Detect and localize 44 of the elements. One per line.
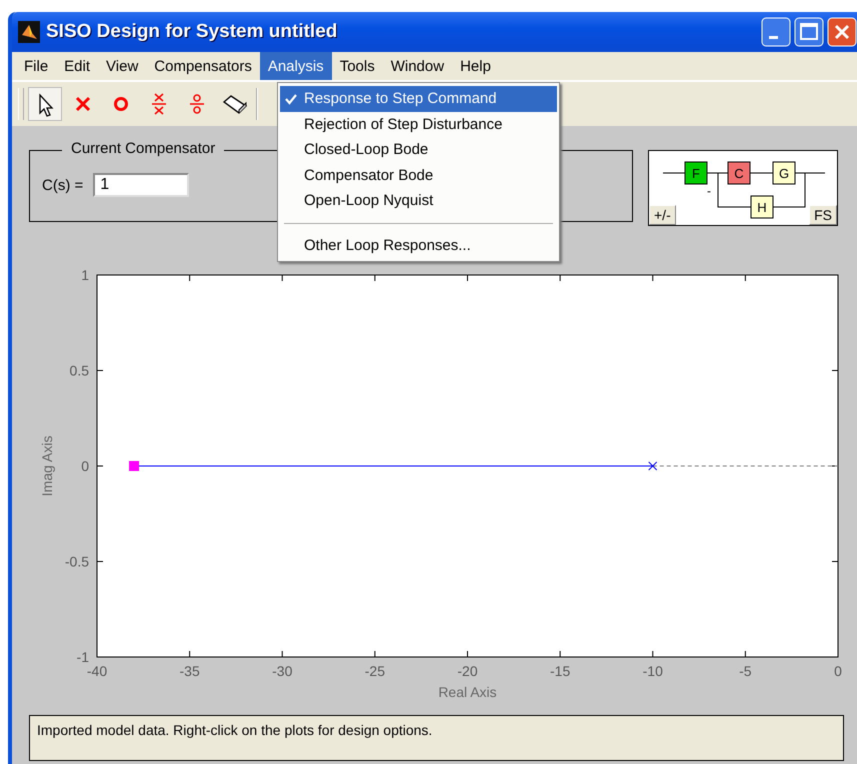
x-tick-label: -15 bbox=[550, 663, 570, 679]
menu-item[interactable]: Rejection of Step Disturbance bbox=[280, 112, 557, 137]
pole-marker[interactable] bbox=[648, 462, 658, 470]
menu-item[interactable]: Compensator Bode bbox=[280, 162, 557, 188]
close-button[interactable] bbox=[827, 17, 857, 47]
y-tick-label: -1 bbox=[76, 649, 89, 665]
x-tick-label: -20 bbox=[457, 663, 478, 679]
minimize-button[interactable] bbox=[761, 17, 791, 47]
menu-item[interactable]: Response to Step Command bbox=[280, 86, 557, 112]
y-axis-label: Imag Axis bbox=[39, 436, 55, 496]
feedback-structure-button[interactable]: FS bbox=[809, 205, 837, 225]
x-tick-label: -30 bbox=[272, 663, 292, 679]
menu-item[interactable]: Window bbox=[382, 52, 452, 80]
compensator-label: C(s) = bbox=[42, 176, 84, 194]
app-logo-icon bbox=[18, 21, 40, 43]
menu-item[interactable]: Help bbox=[452, 52, 499, 80]
y-tick-label: 1 bbox=[81, 267, 89, 283]
window-title: SISO Design for System untitled bbox=[46, 21, 338, 43]
y-tick-label: 0 bbox=[81, 458, 89, 474]
menu-item[interactable]: Closed-Loop Bode bbox=[280, 137, 557, 162]
menu-item[interactable]: Analysis bbox=[260, 52, 332, 80]
x-tick-label: -5 bbox=[739, 663, 752, 679]
maximize-button[interactable] bbox=[794, 17, 824, 47]
menu-item[interactable]: Other Loop Responses... bbox=[280, 232, 557, 258]
x-axis-label: Real Axis bbox=[438, 684, 497, 700]
x-tick-label: -35 bbox=[180, 663, 200, 679]
y-tick-label: -0.5 bbox=[64, 554, 89, 570]
group-title: Current Compensator bbox=[62, 140, 224, 157]
menu-item[interactable]: View bbox=[98, 52, 146, 80]
x-tick-label: -10 bbox=[642, 663, 663, 679]
compensator-marker[interactable] bbox=[129, 461, 140, 471]
menu-item[interactable]: Open-Loop Nyquist bbox=[280, 188, 557, 214]
status-message: Imported model data. Right-click on the plots for design options. bbox=[29, 715, 844, 761]
y-tick-label: 0.5 bbox=[70, 362, 89, 378]
x-tick-label: 0 bbox=[834, 663, 842, 679]
x-tick-label: -25 bbox=[364, 663, 385, 679]
x-tick-label: -40 bbox=[86, 663, 108, 679]
compensator-field[interactable]: 1 bbox=[93, 173, 190, 197]
sign-toggle-button[interactable]: +/- bbox=[649, 205, 676, 225]
menu-item[interactable]: Compensators bbox=[146, 52, 260, 80]
menu-item[interactable]: Tools bbox=[332, 52, 383, 80]
menu-item[interactable]: Edit bbox=[56, 52, 98, 80]
pointer-tool[interactable] bbox=[28, 87, 62, 121]
menu-item[interactable]: File bbox=[16, 52, 56, 80]
